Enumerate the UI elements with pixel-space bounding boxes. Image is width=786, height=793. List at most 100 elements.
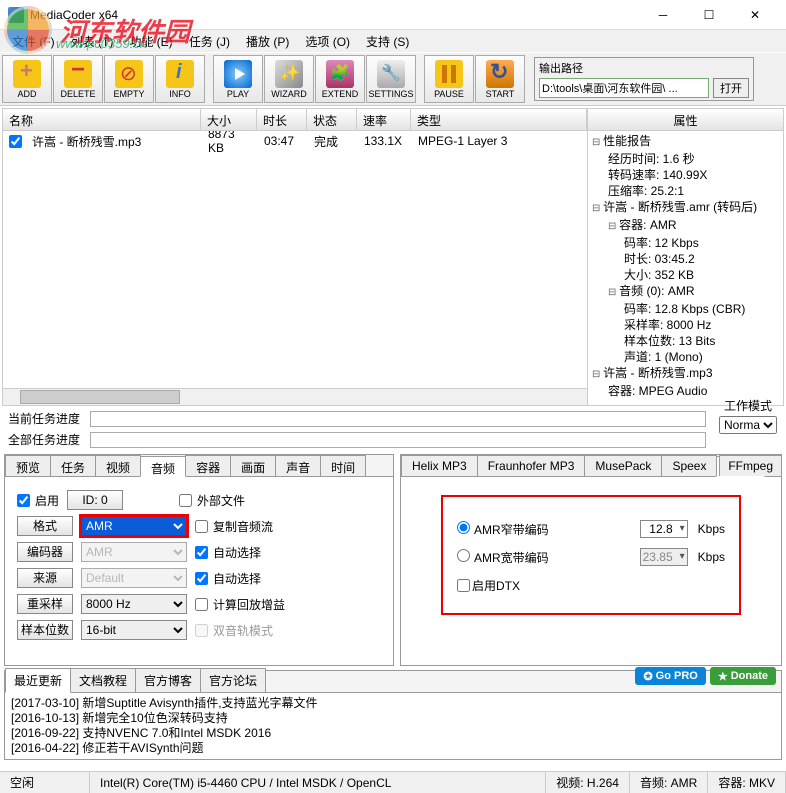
samplebits-button[interactable]: 样本位数: [17, 620, 73, 640]
pause-icon: [435, 60, 463, 88]
start-button[interactable]: START: [475, 55, 525, 103]
tab-video[interactable]: 视频: [95, 455, 141, 476]
col-status[interactable]: 状态: [307, 109, 357, 130]
status-idle: 空闲: [0, 772, 90, 793]
gain-checkbox[interactable]: 计算回放增益: [195, 596, 285, 613]
plus-icon: [13, 60, 41, 88]
auto1-checkbox[interactable]: 自动选择: [195, 544, 261, 561]
all-progress-label: 全部任务进度: [8, 431, 84, 448]
row-checkbox[interactable]: [9, 135, 22, 148]
status-audio: 音频: AMR: [630, 772, 708, 793]
tab-preview[interactable]: 预览: [5, 455, 51, 476]
resample-button[interactable]: 重采样: [17, 594, 73, 614]
dual-checkbox: 双音轨模式: [195, 622, 273, 639]
col-duration[interactable]: 时长: [257, 109, 307, 130]
amr-narrow-value[interactable]: 12.8: [640, 520, 688, 538]
extend-button[interactable]: EXTEND: [315, 55, 365, 103]
settings-button[interactable]: SETTINGS: [366, 55, 416, 103]
tab-task[interactable]: 任务: [50, 455, 96, 476]
tab-blog[interactable]: 官方博客: [135, 668, 201, 692]
minimize-button[interactable]: ─: [640, 0, 686, 30]
format-button[interactable]: 格式: [17, 516, 73, 536]
wizard-button[interactable]: WIZARD: [264, 55, 314, 103]
donate-badge[interactable]: ★ Donate: [710, 667, 776, 685]
menu-option[interactable]: 选项 (O): [297, 31, 358, 52]
menu-list[interactable]: 列表 (T): [63, 31, 122, 52]
enable-checkbox[interactable]: 启用: [17, 492, 59, 509]
menu-support[interactable]: 支持 (S): [358, 31, 417, 52]
news-item[interactable]: [2016-10-13] 新增完全10位色深转码支持: [11, 711, 775, 726]
tab-forum[interactable]: 官方论坛: [200, 668, 266, 692]
pause-button[interactable]: PAUSE: [424, 55, 474, 103]
all-progress-bar: [90, 432, 706, 448]
delete-button[interactable]: DELETE: [53, 55, 103, 103]
tree-perf[interactable]: 性能报告: [590, 133, 783, 151]
news-item[interactable]: [2017-03-10] 新增Suptitle Avisynth插件,支持蓝光字…: [11, 696, 775, 711]
resample-select[interactable]: 8000 Hz: [81, 594, 187, 614]
toolbar: ADD DELETE EMPTY INFO PLAY WIZARD EXTEND…: [0, 52, 786, 106]
tab-speex[interactable]: Speex: [661, 455, 717, 476]
table-row[interactable]: 许嵩 - 断桥残雪.mp3 8873 KB 03:47 完成 133.1X MP…: [3, 131, 587, 151]
external-checkbox[interactable]: 外部文件: [179, 492, 245, 509]
menu-task[interactable]: 任务 (J): [181, 31, 238, 52]
copy-checkbox[interactable]: 复制音频流: [195, 518, 273, 535]
id-button[interactable]: ID: 0: [67, 490, 123, 510]
dtx-checkbox[interactable]: 启用DTX: [457, 577, 520, 594]
news-item[interactable]: [2016-09-22] 支持NVENC 7.0和Intel MSDK 2016: [11, 726, 775, 741]
output-open-button[interactable]: 打开: [713, 78, 749, 98]
tab-audio[interactable]: 音频: [140, 456, 186, 477]
samplebits-select[interactable]: 16-bit: [81, 620, 187, 640]
current-progress-label: 当前任务进度: [8, 410, 84, 427]
tab-musepack[interactable]: MusePack: [584, 455, 662, 476]
menu-play[interactable]: 播放 (P): [238, 31, 297, 52]
tab-helix[interactable]: Helix MP3: [401, 455, 478, 476]
file-list: 名称 大小 时长 状态 速率 类型 许嵩 - 断桥残雪.mp3 8873 KB …: [3, 109, 588, 405]
col-size[interactable]: 大小: [201, 109, 257, 130]
tab-container[interactable]: 容器: [185, 455, 231, 476]
play-icon: [224, 60, 252, 88]
tree-source[interactable]: 许嵩 - 断桥残雪.mp3: [590, 365, 783, 383]
window-title: MediaCoder x64: [30, 8, 640, 22]
info-button[interactable]: INFO: [155, 55, 205, 103]
extend-icon: [326, 60, 354, 88]
amr-narrow-radio[interactable]: AMR窄带编码: [457, 521, 549, 538]
output-label: 输出路径: [539, 60, 749, 76]
tab-picture[interactable]: 画面: [230, 455, 276, 476]
col-name[interactable]: 名称: [3, 109, 201, 130]
status-bar: 空闲 Intel(R) Core(TM) i5-4460 CPU / Intel…: [0, 771, 786, 793]
status-container: 容器: MKV: [708, 772, 786, 793]
output-path-input[interactable]: [539, 78, 709, 98]
source-button[interactable]: 来源: [17, 568, 73, 588]
tab-ffmpeg[interactable]: FFmpeg: [719, 455, 782, 476]
empty-button[interactable]: EMPTY: [104, 55, 154, 103]
maximize-button[interactable]: ☐: [686, 0, 732, 30]
tree-output[interactable]: 许嵩 - 断桥残雪.amr (转码后): [590, 199, 783, 217]
minus-icon: [64, 60, 92, 88]
news-item[interactable]: [2016-04-22] 修正若干AVISynth问题: [11, 741, 775, 756]
start-icon: [486, 60, 514, 88]
horizontal-scrollbar[interactable]: [3, 388, 587, 405]
encoder-button[interactable]: 编码器: [17, 542, 73, 562]
add-button[interactable]: ADD: [2, 55, 52, 103]
tab-fraunhofer[interactable]: Fraunhofer MP3: [477, 455, 586, 476]
right-tab-panel: Helix MP3 Fraunhofer MP3 MusePack Speex …: [400, 454, 782, 666]
workmode-select[interactable]: Normal: [719, 416, 777, 434]
play-button[interactable]: PLAY: [213, 55, 263, 103]
tab-sound[interactable]: 声音: [275, 455, 321, 476]
info-icon: [166, 60, 194, 88]
col-type[interactable]: 类型: [411, 109, 587, 130]
tab-docs[interactable]: 文档教程: [70, 668, 136, 692]
properties-panel: 属性 性能报告 经历时间: 1.6 秒 转码速率: 140.99X 压缩率: 2…: [588, 109, 783, 405]
menu-file[interactable]: 文件 (F): [4, 31, 63, 52]
format-select[interactable]: AMR: [81, 516, 187, 536]
output-path-box: 输出路径 打开: [534, 57, 754, 101]
amr-wide-radio[interactable]: AMR宽带编码: [457, 549, 549, 566]
col-rate[interactable]: 速率: [357, 109, 411, 130]
tab-time[interactable]: 时间: [320, 455, 366, 476]
close-button[interactable]: ✕: [732, 0, 778, 30]
menu-function[interactable]: 功能 (E): [121, 31, 180, 52]
go-pro-badge[interactable]: ✪ Go PRO: [635, 667, 705, 685]
tab-news[interactable]: 最近更新: [5, 668, 71, 693]
auto2-checkbox[interactable]: 自动选择: [195, 570, 261, 587]
status-cpu: Intel(R) Core(TM) i5-4460 CPU / Intel MS…: [90, 772, 546, 793]
